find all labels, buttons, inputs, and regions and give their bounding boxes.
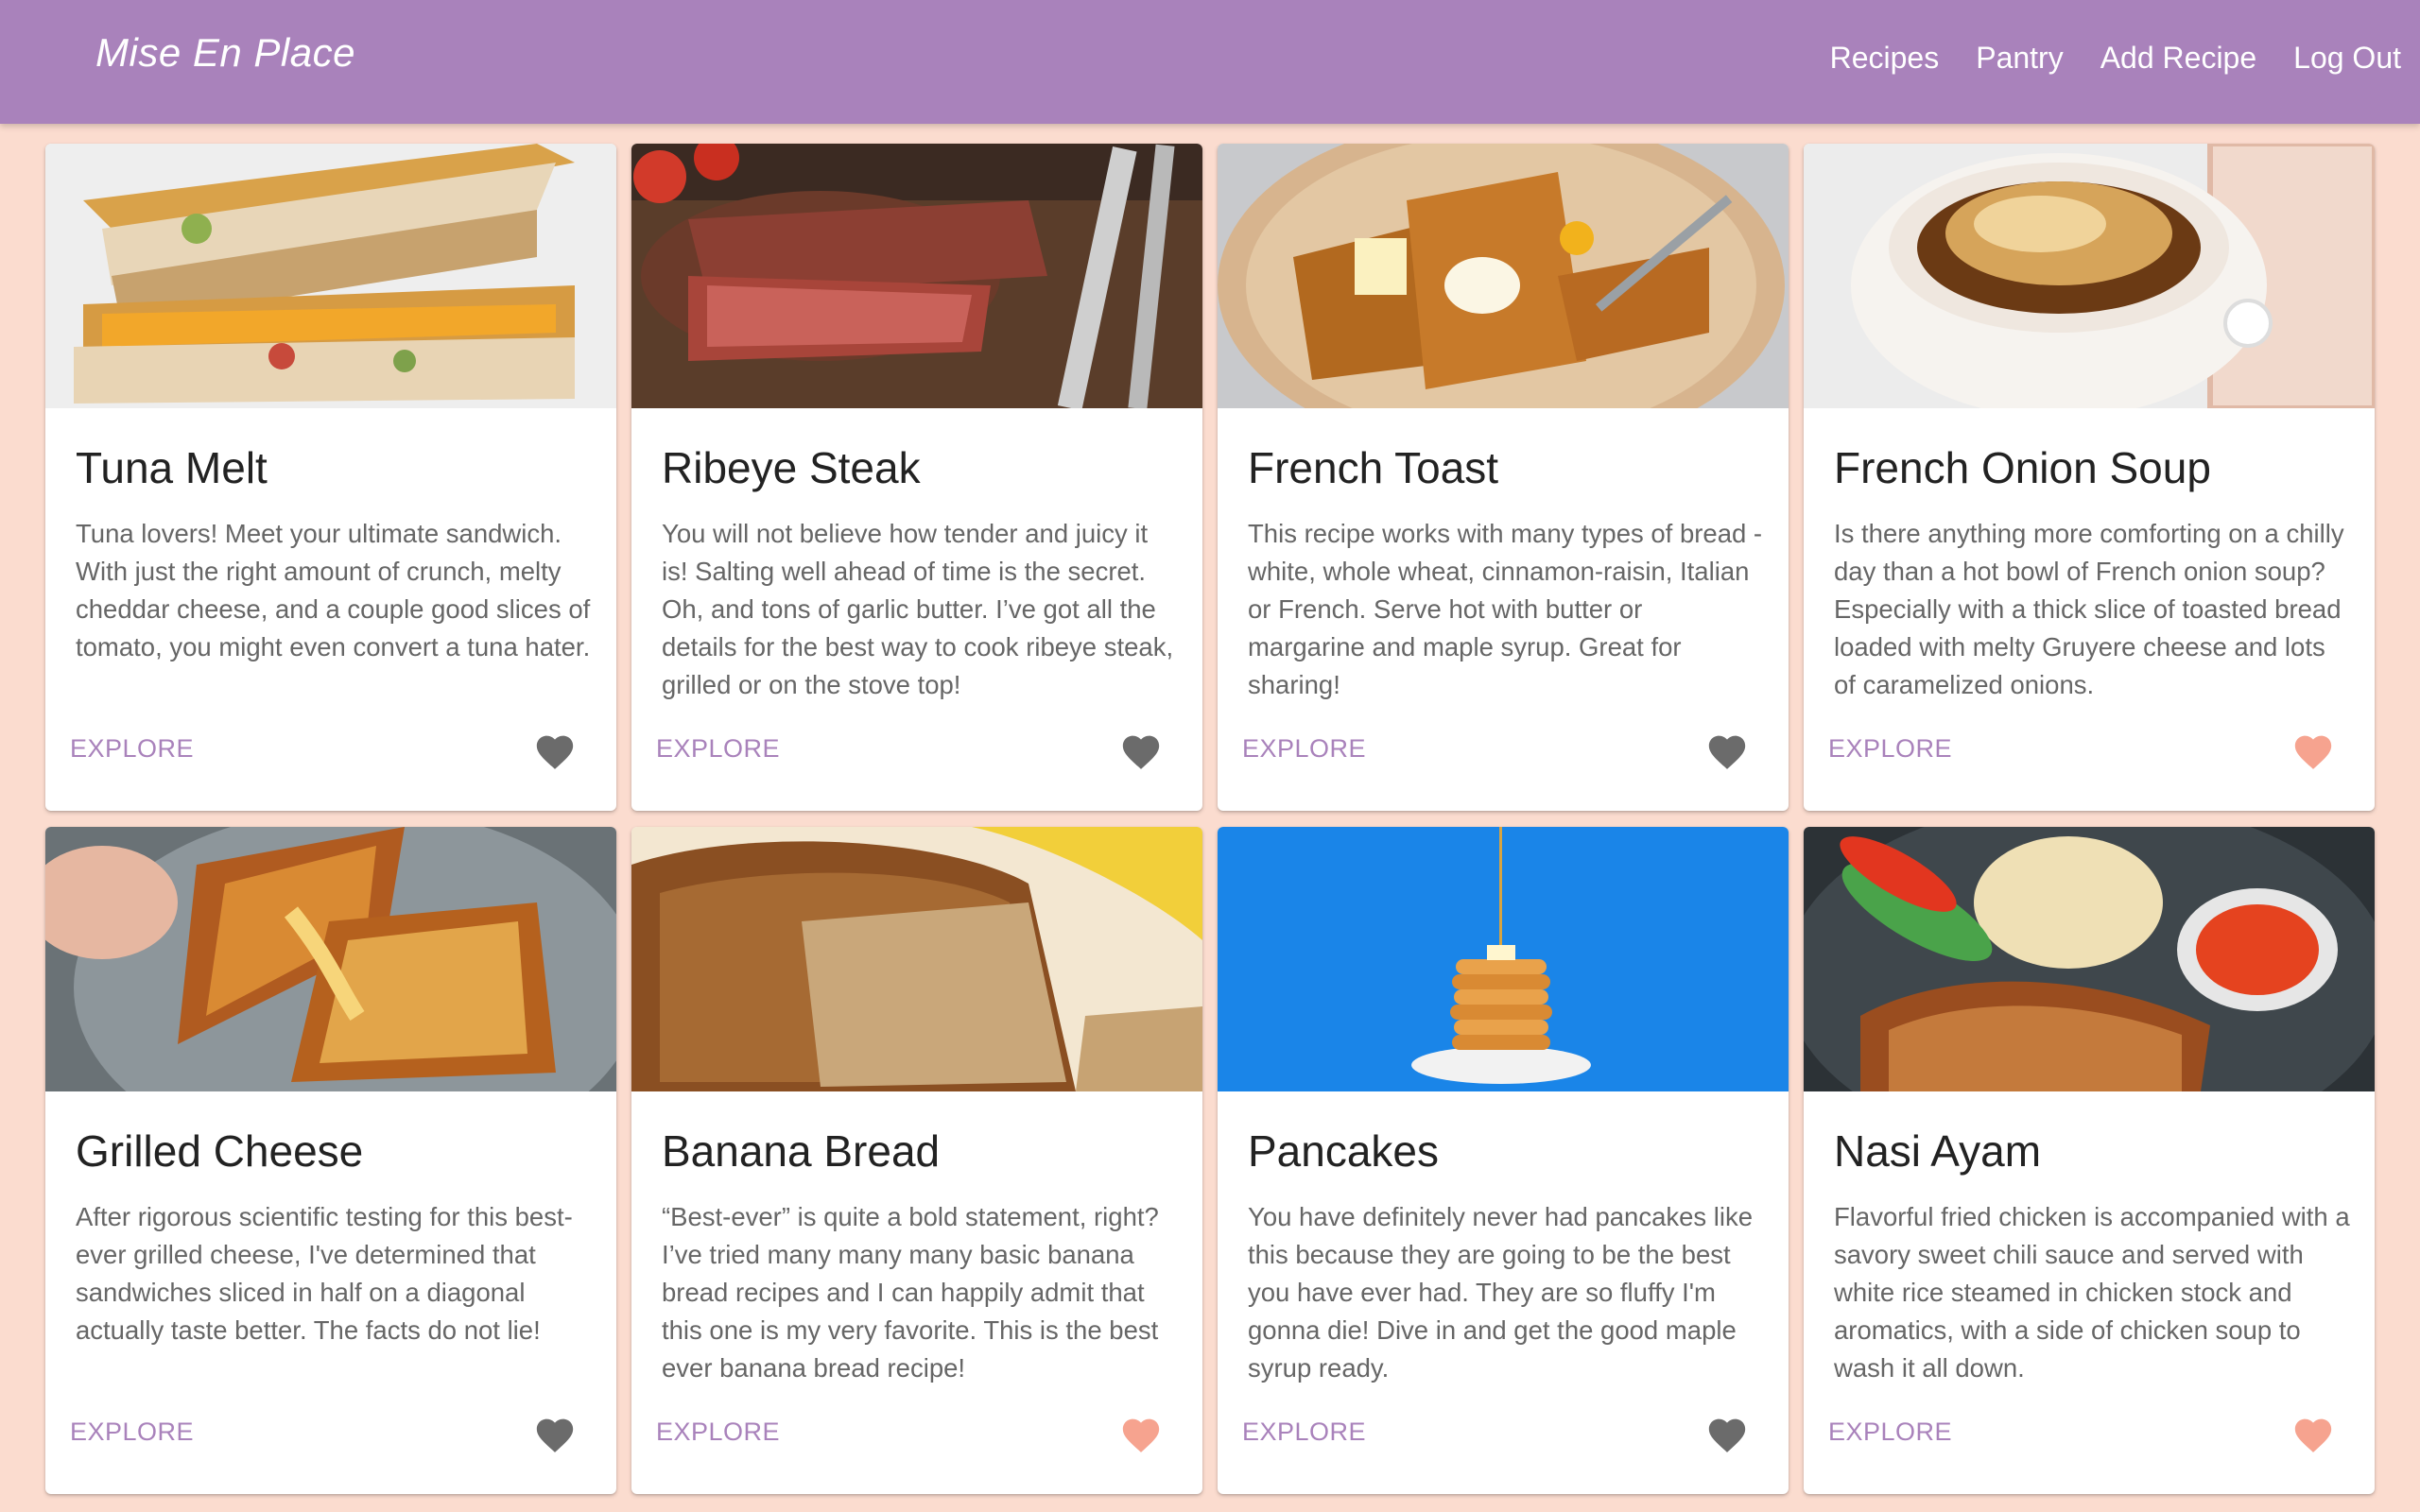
- heart-icon[interactable]: [1119, 730, 1163, 771]
- heart-icon[interactable]: [1705, 1413, 1749, 1454]
- recipe-card-tuna-melt: Tuna Melt Tuna lovers! Meet your ultimat…: [45, 144, 616, 811]
- recipe-grid: Tuna Melt Tuna lovers! Meet your ultimat…: [45, 144, 2375, 1494]
- explore-button[interactable]: EXPLORE: [656, 1418, 780, 1447]
- recipe-card-ribeye-steak: Ribeye Steak You will not believe how te…: [631, 144, 1202, 811]
- recipe-image-banana-bread[interactable]: [631, 827, 1202, 1091]
- explore-button[interactable]: EXPLORE: [70, 734, 194, 764]
- recipe-image-pancakes[interactable]: [1218, 827, 1789, 1091]
- recipe-card-french-toast: French Toast This recipe works with many…: [1218, 144, 1789, 811]
- recipe-card-nasi-ayam: Nasi Ayam Flavorful fried chicken is acc…: [1804, 827, 2375, 1494]
- heart-icon[interactable]: [533, 730, 577, 771]
- heart-icon[interactable]: [2291, 730, 2335, 771]
- recipe-title: French Toast: [1248, 443, 1499, 492]
- main-nav: Recipes Pantry Add Recipe Log Out: [1830, 41, 2401, 76]
- recipe-image-french-toast[interactable]: [1218, 144, 1789, 408]
- explore-button[interactable]: EXPLORE: [1242, 734, 1366, 764]
- recipe-title: Grilled Cheese: [76, 1126, 364, 1176]
- recipe-card-pancakes: Pancakes You have definitely never had p…: [1218, 827, 1789, 1494]
- explore-button[interactable]: EXPLORE: [70, 1418, 194, 1447]
- recipe-card-banana-bread: Banana Bread “Best-ever” is quite a bold…: [631, 827, 1202, 1494]
- explore-button[interactable]: EXPLORE: [656, 734, 780, 764]
- recipe-description: This recipe works with many types of bre…: [1248, 519, 1763, 699]
- nav-log-out-link[interactable]: Log Out: [2293, 41, 2401, 76]
- recipe-image-grilled-cheese[interactable]: [45, 827, 616, 1091]
- recipe-description: “Best-ever” is quite a bold statement, r…: [662, 1202, 1159, 1383]
- recipe-title: Pancakes: [1248, 1126, 1440, 1176]
- explore-button[interactable]: EXPLORE: [1242, 1418, 1366, 1447]
- recipe-description: You have definitely never had pancakes l…: [1248, 1202, 1754, 1383]
- recipe-image-nasi-ayam[interactable]: [1804, 827, 2375, 1091]
- recipe-description: Is there anything more comforting on a c…: [1834, 519, 2344, 699]
- recipe-image-french-onion-soup[interactable]: [1804, 144, 2375, 408]
- recipe-description: Flavorful fried chicken is accompanied w…: [1834, 1202, 2350, 1383]
- brand-logo-text[interactable]: Mise En Place: [95, 30, 355, 76]
- nav-add-recipe-link[interactable]: Add Recipe: [2100, 41, 2256, 76]
- recipe-title: Nasi Ayam: [1834, 1126, 2042, 1176]
- recipe-title: Tuna Melt: [76, 443, 268, 492]
- heart-icon[interactable]: [533, 1413, 577, 1454]
- recipe-description: You will not believe how tender and juic…: [662, 519, 1174, 699]
- recipe-title: Ribeye Steak: [662, 443, 921, 492]
- nav-pantry-link[interactable]: Pantry: [1976, 41, 2063, 76]
- heart-icon[interactable]: [1119, 1413, 1163, 1454]
- explore-button[interactable]: EXPLORE: [1828, 1418, 1952, 1447]
- recipe-title: Banana Bread: [662, 1126, 941, 1176]
- recipe-title: French Onion Soup: [1834, 443, 2211, 492]
- recipe-description: Tuna lovers! Meet your ultimate sandwich…: [76, 519, 591, 662]
- top-app-bar: Mise En Place Recipes Pantry Add Recipe …: [0, 0, 2420, 124]
- recipe-image-tuna-melt[interactable]: [45, 144, 616, 408]
- explore-button[interactable]: EXPLORE: [1828, 734, 1952, 764]
- heart-icon[interactable]: [2291, 1413, 2335, 1454]
- recipe-card-grilled-cheese: Grilled Cheese After rigorous scientific…: [45, 827, 616, 1494]
- recipe-image-ribeye-steak[interactable]: [631, 144, 1202, 408]
- recipe-card-french-onion-soup: French Onion Soup Is there anything more…: [1804, 144, 2375, 811]
- heart-icon[interactable]: [1705, 730, 1749, 771]
- recipe-description: After rigorous scientific testing for th…: [76, 1202, 573, 1345]
- nav-recipes-link[interactable]: Recipes: [1830, 41, 1940, 76]
